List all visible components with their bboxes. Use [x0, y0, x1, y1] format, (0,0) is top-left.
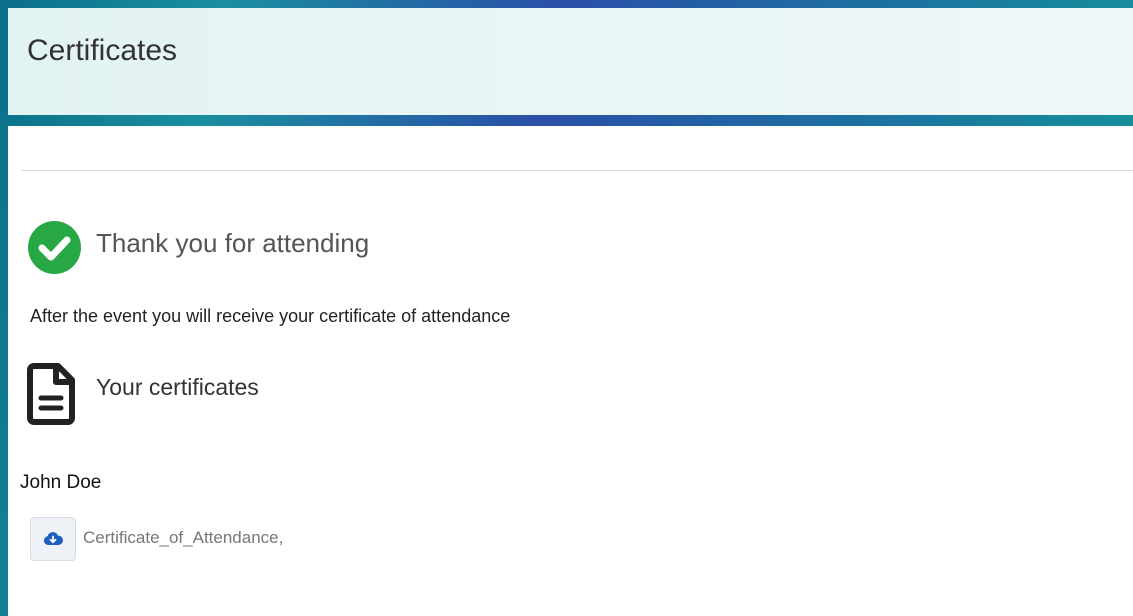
page-background: Certificates Thank you for attending Aft… — [0, 0, 1133, 616]
content-panel: Thank you for attending After the event … — [8, 126, 1133, 616]
attendance-info-text: After the event you will receive your ce… — [30, 306, 511, 326]
check-circle-icon — [28, 221, 81, 274]
attendee-name: John Doe — [20, 472, 102, 493]
page-header: Certificates — [8, 8, 1133, 115]
download-certificate-button[interactable] — [30, 517, 76, 561]
page-title: Certificates — [27, 34, 178, 67]
cloud-download-icon — [43, 532, 63, 545]
divider — [21, 170, 1133, 171]
certificate-file-link[interactable]: Certificate_of_Attendance, — [83, 528, 283, 548]
document-icon — [26, 362, 78, 426]
certificates-heading: Your certificates — [96, 374, 259, 400]
thanks-heading: Thank you for attending — [96, 228, 370, 258]
